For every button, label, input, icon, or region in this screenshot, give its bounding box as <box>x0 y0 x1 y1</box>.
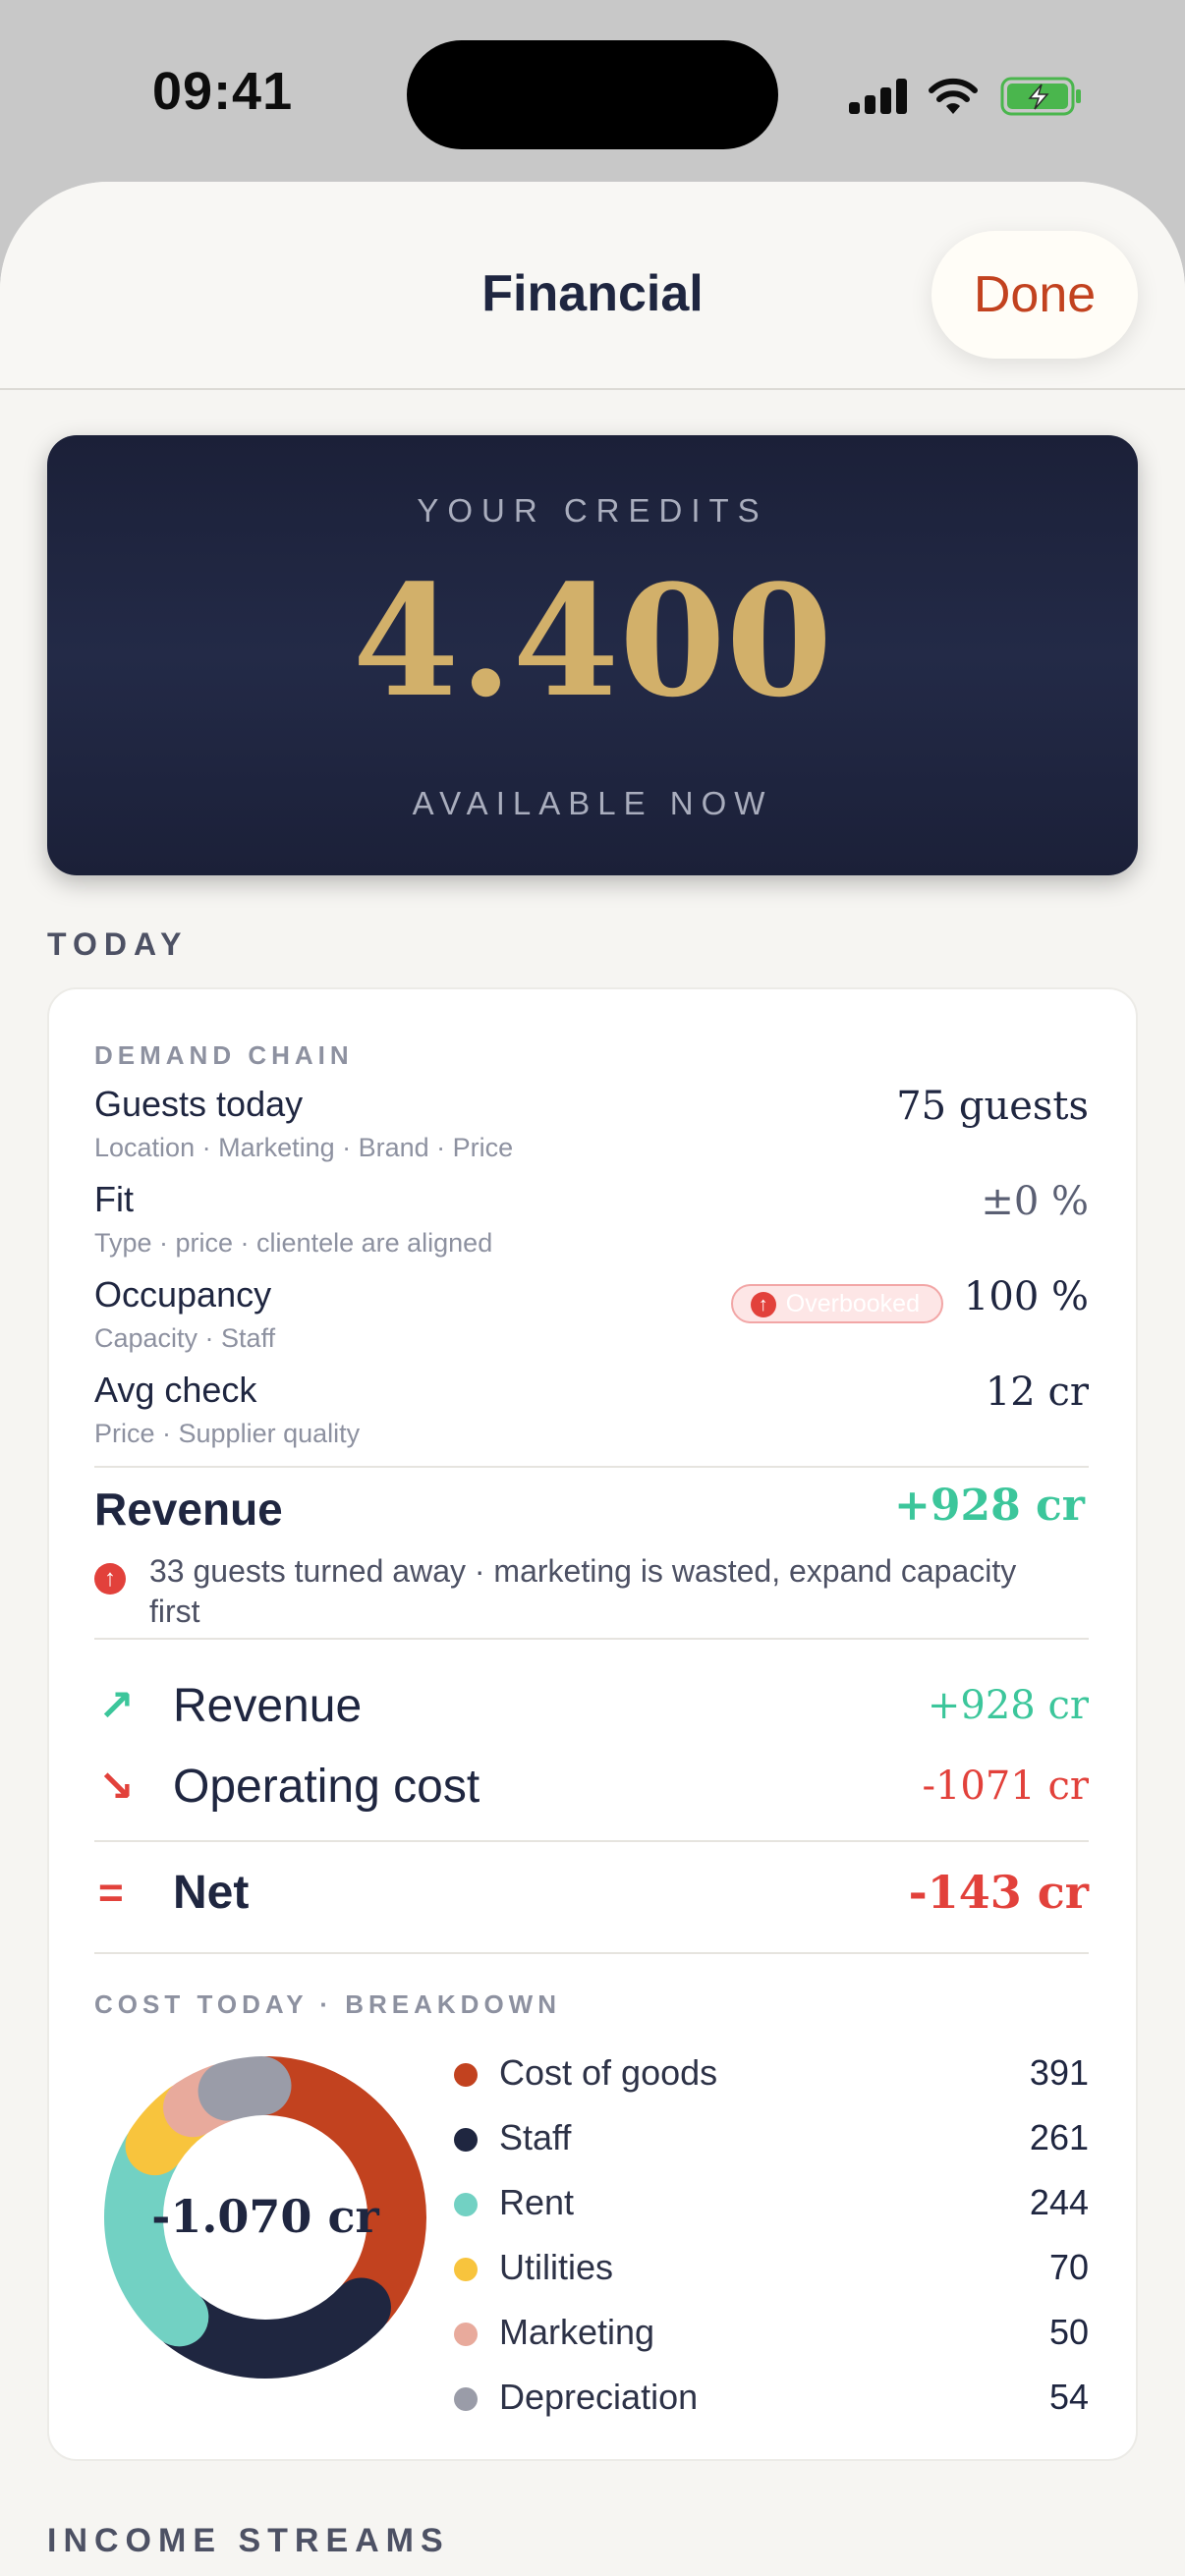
flow-row-revenue: ↗ Revenue +928 cr <box>94 1679 1089 1738</box>
status-icons <box>847 71 1083 120</box>
flow-row-operating-cost: ↘ Operating cost -1071 cr <box>94 1760 1089 1819</box>
section-label-today: TODAY <box>47 926 189 962</box>
financial-sheet: Financial Done YOUR CREDITS 4.400 AVAILA… <box>0 182 1185 2576</box>
legend-label: Depreciation <box>499 2377 699 2417</box>
arrow-up-circle-icon: ↑ <box>750 1292 776 1317</box>
legend-value: 54 <box>1048 2377 1089 2417</box>
flow-label: Net <box>173 1867 250 1919</box>
legend-item: Staff 261 <box>454 2113 1089 2162</box>
chain-value: 12 cr <box>985 1370 1089 1415</box>
legend-item: Utilities 70 <box>454 2243 1089 2292</box>
legend-label: Staff <box>499 2117 572 2157</box>
demand-chain-label: DEMAND CHAIN <box>94 1040 354 1070</box>
legend-item: Cost of goods 391 <box>454 2048 1089 2098</box>
revenue-value: +928 cr <box>893 1481 1085 1531</box>
equals-icon: = <box>98 1869 124 1917</box>
flow-label: Revenue <box>173 1680 363 1732</box>
credits-value: 4.400 <box>352 551 833 731</box>
legend-label: Cost of goods <box>499 2052 718 2093</box>
wifi-icon <box>929 78 978 114</box>
status-time: 09:41 <box>152 62 294 121</box>
legend-value: 244 <box>1029 2182 1089 2222</box>
status-bar: 09:41 <box>0 0 1185 187</box>
section-label-income-streams: INCOME STREAMS <box>47 2522 450 2559</box>
divider <box>94 1638 1089 1640</box>
flow-value: -1071 cr <box>922 1764 1089 1809</box>
flow-value: +928 cr <box>927 1683 1089 1728</box>
revenue-title: Revenue <box>94 1484 283 1535</box>
chain-row-occupancy: Occupancy Capacity · Staff ↑ Overbooked … <box>94 1274 1089 1363</box>
legend-item: Marketing 50 <box>454 2308 1089 2357</box>
chain-sub: Capacity · Staff <box>94 1323 276 1353</box>
donut-slice-depreciation <box>198 2056 292 2121</box>
chain-name: Fit <box>94 1179 134 1219</box>
chain-value: 100 % <box>963 1274 1089 1319</box>
legend-item: Rent 244 <box>454 2178 1089 2227</box>
legend-value: 70 <box>1048 2247 1089 2287</box>
flow-row-net: = Net -143 cr <box>94 1866 1089 1925</box>
arrow-down-right-icon: ↘ <box>98 1763 135 1811</box>
legend-dot <box>454 2128 478 2152</box>
legend-item: Depreciation 54 <box>454 2373 1089 2422</box>
legend-label: Rent <box>499 2182 575 2222</box>
chain-value: 75 guests <box>896 1084 1089 1129</box>
donut-slice-staff <box>154 2277 391 2379</box>
sheet-header: Financial Done <box>0 182 1185 390</box>
legend-label: Marketing <box>499 2312 655 2352</box>
today-card: DEMAND CHAIN Guests today Location · Mar… <box>47 987 1138 2461</box>
legend-dot <box>454 2063 478 2087</box>
legend-dot <box>454 2258 478 2281</box>
credits-sublabel: AVAILABLE NOW <box>412 785 773 821</box>
revenue-warning: 33 guests turned away · marketing is was… <box>149 1553 1017 1629</box>
legend-value: 391 <box>1029 2052 1089 2093</box>
legend-dot <box>454 2387 478 2411</box>
donut-center-value: -1.070 cr <box>151 2190 379 2243</box>
flow-value: -143 cr <box>908 1866 1089 1919</box>
battery-charging-icon <box>1000 77 1081 116</box>
chain-name: Occupancy <box>94 1274 272 1315</box>
legend-value: 261 <box>1029 2117 1089 2157</box>
cost-donut-chart: -1.070 cr <box>88 2041 442 2394</box>
legend-dot <box>454 2323 478 2346</box>
chain-name: Guests today <box>94 1084 304 1124</box>
legend-value: 50 <box>1048 2312 1089 2352</box>
legend-dot <box>454 2193 478 2216</box>
dynamic-island <box>407 40 778 149</box>
chain-sub: Location · Marketing · Brand · Price <box>94 1133 514 1162</box>
breakdown-label: COST TODAY · BREAKDOWN <box>94 1989 561 2019</box>
warning-arrow-icon: ↑ <box>94 1563 126 1595</box>
divider <box>94 1840 1089 1842</box>
chain-row-avg-check: Avg check Price · Supplier quality 12 cr <box>94 1370 1089 1458</box>
flow-label: Operating cost <box>173 1761 480 1813</box>
divider <box>94 1952 1089 1954</box>
chain-sub: Type · price · clientele are aligned <box>94 1228 493 1258</box>
chain-value: ±0 % <box>981 1179 1089 1224</box>
badge-label: Overbooked <box>785 1290 920 1317</box>
legend-label: Utilities <box>499 2247 614 2287</box>
chain-name: Avg check <box>94 1370 257 1410</box>
cellular-signal-icon <box>849 79 908 114</box>
credits-label: YOUR CREDITS <box>417 492 768 529</box>
done-button[interactable]: Done <box>931 231 1138 359</box>
overbooked-badge: ↑ Overbooked <box>730 1284 943 1323</box>
credits-card: YOUR CREDITS 4.400 AVAILABLE NOW <box>47 435 1138 875</box>
chain-sub: Price · Supplier quality <box>94 1419 361 1448</box>
divider <box>94 1466 1089 1468</box>
arrow-up-right-icon: ↗ <box>98 1682 135 1730</box>
chain-row-guests: Guests today Location · Marketing · Bran… <box>94 1084 1089 1172</box>
chain-row-fit: Fit Type · price · clientele are aligned… <box>94 1179 1089 1267</box>
